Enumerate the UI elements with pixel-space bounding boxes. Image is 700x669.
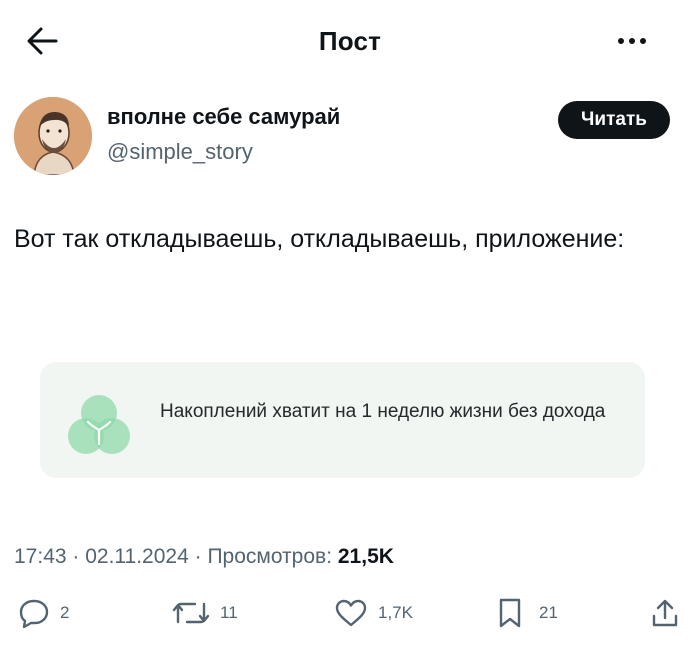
- bookmark-count: 21: [539, 603, 558, 622]
- avatar-portrait-icon: [14, 97, 92, 175]
- reply-count: 2: [60, 603, 70, 622]
- bookmark-button[interactable]: 21: [497, 596, 558, 630]
- more-dot: [640, 38, 646, 44]
- follow-button[interactable]: Читать: [558, 101, 670, 139]
- like-button[interactable]: 1,7K: [334, 596, 413, 630]
- like-count: 1,7K: [378, 603, 413, 622]
- avatar[interactable]: [14, 97, 92, 175]
- meta-separator: ·: [188, 545, 208, 568]
- author-display-name[interactable]: вполне себе самурай: [107, 104, 340, 130]
- three-leaf-logo-icon: [66, 392, 132, 458]
- page-title: Пост: [318, 26, 382, 56]
- heart-icon: [335, 599, 367, 627]
- more-dot: [629, 38, 635, 44]
- post-date: 02.11.2024: [85, 545, 189, 568]
- reply-button[interactable]: 2: [18, 596, 69, 630]
- author-handle[interactable]: @simple_story: [107, 139, 253, 165]
- repost-icon: [172, 602, 210, 624]
- meta-separator: ·: [66, 545, 86, 568]
- repost-count: 11: [220, 603, 238, 622]
- post-meta: 17:43 · 02.11.2024 · Просмотров: 21,5K: [14, 545, 394, 569]
- card-text: Накоплений хватит на 1 неделю жизни без …: [160, 401, 606, 422]
- more-dot: [618, 38, 624, 44]
- bookmark-icon: [499, 598, 521, 628]
- views-label: Просмотров:: [207, 545, 333, 568]
- repost-button[interactable]: 11: [172, 596, 238, 630]
- more-options-button[interactable]: [612, 30, 652, 54]
- post-text: Вот так откладываешь, откладываешь, прил…: [14, 225, 625, 253]
- share-icon: [652, 599, 678, 627]
- post-time: 17:43: [14, 545, 67, 568]
- reply-icon: [19, 599, 49, 628]
- views-count[interactable]: 21,5K: [338, 545, 394, 568]
- share-button[interactable]: [650, 596, 680, 630]
- embedded-card: Накоплений хватит на 1 неделю жизни без …: [40, 362, 645, 478]
